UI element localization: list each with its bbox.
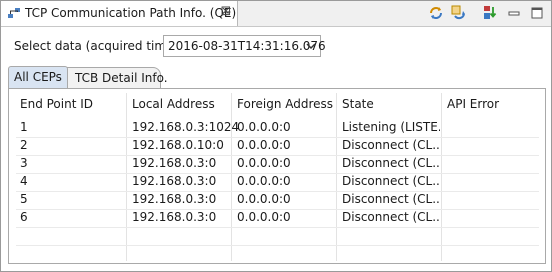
- tab-tcb-detail-info-label: TCB Detail Info.: [75, 71, 168, 85]
- table-cell[interactable]: 0.0.0.0:0: [237, 210, 291, 228]
- column-api-error: [442, 93, 539, 261]
- chevron-down-icon: [306, 43, 316, 50]
- refresh-icon[interactable]: [427, 4, 445, 22]
- table-cell[interactable]: 0.0.0.0:0: [237, 138, 291, 156]
- header-state[interactable]: State: [342, 93, 374, 115]
- column-end-point-id: [16, 93, 127, 261]
- table-cell[interactable]: 6: [20, 210, 28, 228]
- acquired-time-value: 2016-08-31T14:31:16.076: [168, 39, 326, 53]
- table-cell[interactable]: Disconnect (CL...: [342, 210, 440, 228]
- table-cell[interactable]: 3: [20, 156, 28, 174]
- tab-all-ceps[interactable]: All CEPs: [8, 66, 68, 88]
- table-cell[interactable]: 0.0.0.0:0: [237, 192, 291, 210]
- table-cell[interactable]: 4: [20, 174, 28, 192]
- header-api-error[interactable]: API Error: [447, 93, 499, 115]
- select-data-label: Select data (acquired time):: [14, 39, 183, 53]
- table-cell[interactable]: 0.0.0.0:0: [237, 156, 291, 174]
- refresh-all-icon[interactable]: [450, 4, 468, 22]
- table-cell[interactable]: Listening (LISTE...: [342, 120, 440, 138]
- table-cell[interactable]: 192.168.0.3:1024: [132, 120, 239, 138]
- table-cell[interactable]: 192.168.0.10:0: [132, 138, 224, 156]
- header-local-address[interactable]: Local Address: [132, 93, 215, 115]
- maximize-icon[interactable]: [528, 4, 546, 22]
- view-tab-bar: TCP Communication Path Info. (QE) ⊠: [1, 1, 551, 27]
- table-cell[interactable]: 192.168.0.3:0: [132, 210, 216, 228]
- cep-table: End Point ID Local Address Foreign Addre…: [16, 93, 539, 261]
- table-cell[interactable]: Disconnect (CL...: [342, 138, 440, 156]
- minimize-icon[interactable]: [505, 4, 523, 22]
- row-divider: [16, 245, 539, 246]
- view-title: TCP Communication Path Info. (QE): [25, 6, 237, 20]
- table-cell[interactable]: 2: [20, 138, 28, 156]
- table-cell[interactable]: Disconnect (CL...: [342, 174, 440, 192]
- table-cell[interactable]: 1: [20, 120, 28, 138]
- table-cell[interactable]: 192.168.0.3:0: [132, 192, 216, 210]
- table-cell[interactable]: Disconnect (CL...: [342, 192, 440, 210]
- table-cell[interactable]: 192.168.0.3:0: [132, 174, 216, 192]
- table-cell[interactable]: 5: [20, 192, 28, 210]
- all-ceps-panel: End Point ID Local Address Foreign Addre…: [8, 88, 546, 264]
- tab-tcb-detail-info[interactable]: TCB Detail Info.: [64, 67, 168, 88]
- view-tab[interactable]: TCP Communication Path Info. (QE) ⊠: [1, 1, 238, 26]
- table-cell[interactable]: 0.0.0.0:0: [237, 120, 291, 138]
- network-view-icon: [8, 8, 20, 18]
- tab-all-ceps-label: All CEPs: [14, 70, 62, 84]
- table-cell[interactable]: 0.0.0.0:0: [237, 174, 291, 192]
- header-end-point-id[interactable]: End Point ID: [20, 93, 93, 115]
- table-cell[interactable]: 192.168.0.3:0: [132, 156, 216, 174]
- tcp-communication-path-view: TCP Communication Path Info. (QE) ⊠ Sele…: [0, 0, 552, 272]
- acquired-time-dropdown[interactable]: 2016-08-31T14:31:16.076: [163, 35, 326, 57]
- export-icon[interactable]: [481, 4, 499, 22]
- header-foreign-address[interactable]: Foreign Address: [237, 93, 333, 115]
- table-cell[interactable]: Disconnect (CL...: [342, 156, 440, 174]
- close-view-icon[interactable]: ⊠: [219, 4, 233, 20]
